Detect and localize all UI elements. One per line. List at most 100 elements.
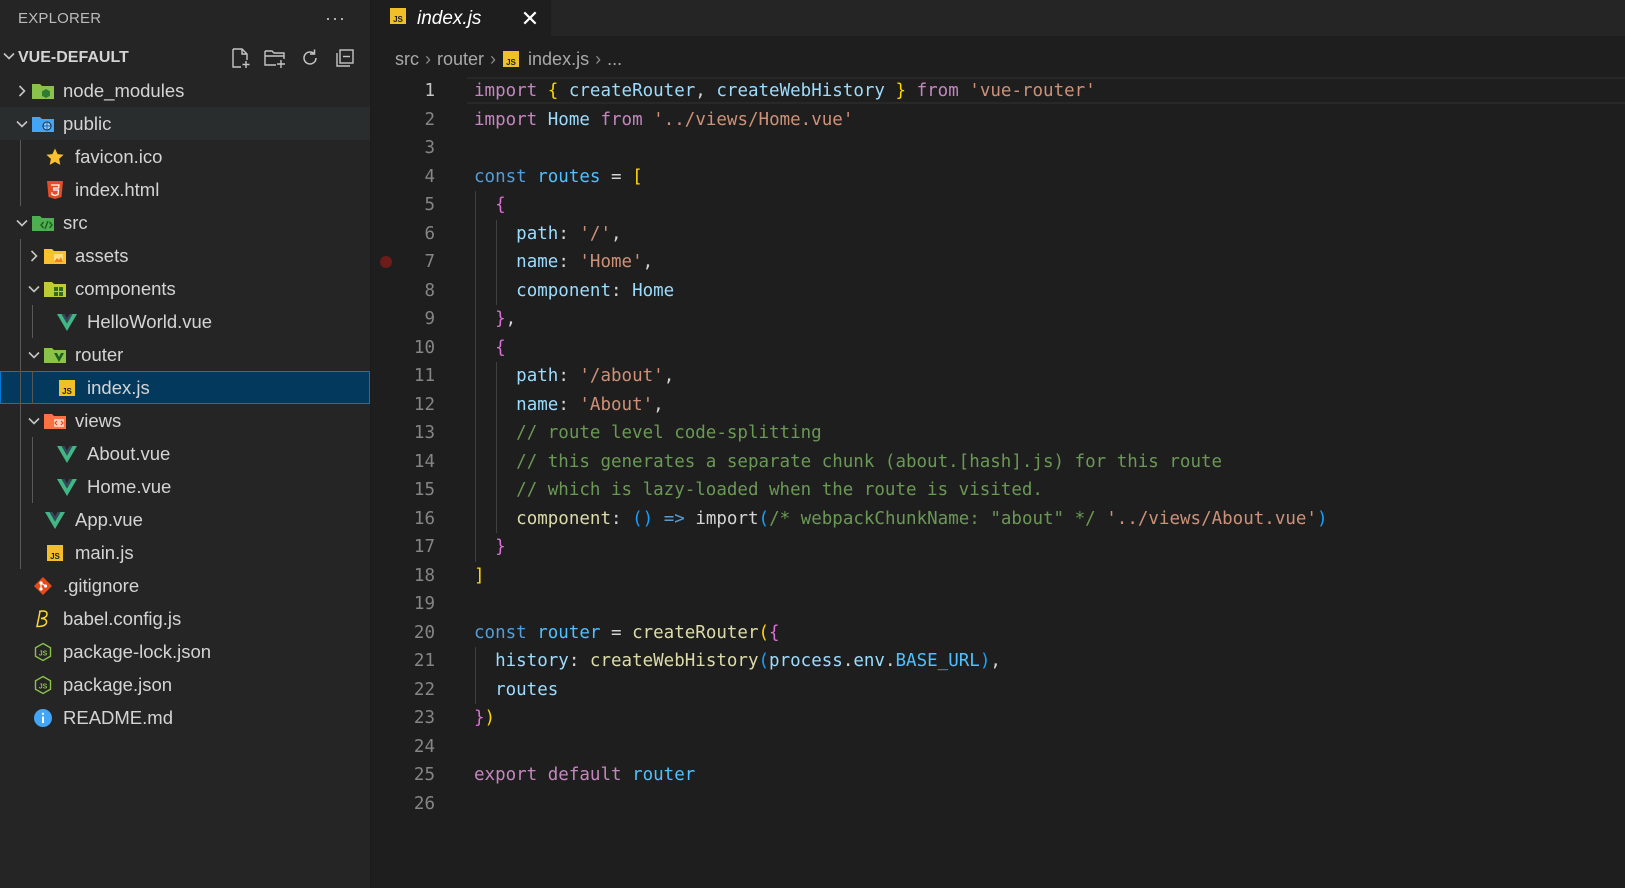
collapse-all-icon[interactable] xyxy=(332,45,358,71)
code-token: ( xyxy=(758,622,770,643)
code-line[interactable]: 3 xyxy=(371,134,1625,163)
chevron-down-icon[interactable] xyxy=(13,216,31,230)
folder-node-icon xyxy=(31,80,55,102)
code-token: } xyxy=(895,81,907,102)
code-line[interactable]: 16 component: () => import(/* webpackChu… xyxy=(371,505,1625,534)
code-line[interactable]: 7 name: 'Home', xyxy=(371,248,1625,277)
indent-guide xyxy=(32,305,33,338)
tree-item-babel-config-js[interactable]: babel.config.js xyxy=(0,602,370,635)
code-token: createRouter xyxy=(568,81,696,102)
code-line[interactable]: 1 import { createRouter, createWebHistory… xyxy=(371,77,1625,106)
tree-item-src[interactable]: src xyxy=(0,206,370,239)
info-icon xyxy=(31,707,55,729)
tree-item-favicon-ico[interactable]: favicon.ico xyxy=(0,140,370,173)
tab-index-js[interactable]: JS index.js ✕ xyxy=(371,0,551,36)
code-line[interactable]: 2 import Home from '../views/Home.vue' xyxy=(371,106,1625,135)
code-line[interactable]: 4 const routes = [ xyxy=(371,163,1625,192)
tree-item-node-modules[interactable]: node_modules xyxy=(0,74,370,107)
tree-item-gitignore[interactable]: .gitignore xyxy=(0,569,370,602)
breadcrumb-src[interactable]: src xyxy=(395,49,419,70)
tree-item-helloworld-vue[interactable]: HelloWorld.vue xyxy=(0,305,370,338)
indent-guide xyxy=(496,362,498,533)
code-line[interactable]: 5 { xyxy=(371,191,1625,220)
code-line[interactable]: 18] xyxy=(371,562,1625,591)
code-line[interactable]: 21 history: createWebHistory(process.env… xyxy=(371,647,1625,676)
tree-item-assets[interactable]: assets xyxy=(0,239,370,272)
chevron-down-icon[interactable] xyxy=(13,117,31,131)
tree-item-index-js[interactable]: JS index.js xyxy=(0,371,370,404)
chevron-down-icon[interactable] xyxy=(25,282,43,296)
breadcrumb: src › router › JS index.js › ... xyxy=(371,46,1625,72)
code-token: : xyxy=(568,651,590,672)
breadcrumb-file[interactable]: index.js xyxy=(528,49,589,70)
breadcrumb-router[interactable]: router xyxy=(437,49,484,70)
code-line[interactable]: 9 }, xyxy=(371,305,1625,334)
more-actions-icon[interactable]: ··· xyxy=(321,8,350,29)
code-text: import { createRouter, createWebHistory … xyxy=(474,81,1096,101)
line-number: 22 xyxy=(413,679,435,700)
code-line[interactable]: 14 // this generates a separate chunk (a… xyxy=(371,448,1625,477)
code-line[interactable]: 8 component: Home xyxy=(371,277,1625,306)
close-icon[interactable]: ✕ xyxy=(519,6,541,32)
tree-item-views[interactable]: views xyxy=(0,404,370,437)
indent-guide xyxy=(475,191,476,562)
code-line[interactable]: 11 path: '/about', xyxy=(371,362,1625,391)
refresh-icon[interactable] xyxy=(297,45,323,71)
svg-text:JS: JS xyxy=(393,15,403,24)
code-line[interactable]: 19 xyxy=(371,590,1625,619)
tree-item-package-json[interactable]: JS package.json xyxy=(0,668,370,701)
new-folder-icon[interactable] xyxy=(262,45,288,71)
chevron-down-icon[interactable] xyxy=(25,414,43,428)
code-line[interactable]: 22 routes xyxy=(371,676,1625,705)
project-header[interactable]: VUE-DEFAULT xyxy=(0,45,370,71)
code-token: from xyxy=(600,109,643,130)
tree-item-package-lock-json[interactable]: JS package-lock.json xyxy=(0,635,370,668)
tree-item-router[interactable]: router xyxy=(0,338,370,371)
tree-item-public[interactable]: public xyxy=(0,107,370,140)
breadcrumb-symbols[interactable]: ... xyxy=(607,49,622,70)
code-line[interactable]: 10 { xyxy=(371,334,1625,363)
chevron-down-icon[interactable] xyxy=(25,348,43,362)
line-number: 14 xyxy=(413,451,435,472)
indent-guide xyxy=(20,338,21,371)
code-line[interactable]: 12 name: 'About', xyxy=(371,391,1625,420)
tree-item-home-vue[interactable]: Home.vue xyxy=(0,470,370,503)
code-text: path: '/about', xyxy=(474,366,674,386)
code-line[interactable]: 24 xyxy=(371,733,1625,762)
code-line[interactable]: 6 path: '/', xyxy=(371,220,1625,249)
tree-item-about-vue[interactable]: About.vue xyxy=(0,437,370,470)
code-line[interactable]: 25 export default router xyxy=(371,761,1625,790)
folder-public-icon xyxy=(31,113,55,135)
code-line[interactable]: 13 // route level code-splitting xyxy=(371,419,1625,448)
tree-item-main-js[interactable]: JS main.js xyxy=(0,536,370,569)
code-token: ) xyxy=(1316,508,1328,529)
tree-item-readme-md[interactable]: README.md xyxy=(0,701,370,734)
tree-item-app-vue[interactable]: App.vue xyxy=(0,503,370,536)
tree-item-label: README.md xyxy=(63,706,173,728)
indent-guide xyxy=(20,371,21,404)
code-line[interactable]: 23}) xyxy=(371,704,1625,733)
tree-item-index-html[interactable]: index.html xyxy=(0,173,370,206)
chevron-right-icon[interactable] xyxy=(13,84,31,98)
new-file-icon[interactable] xyxy=(227,45,253,71)
code-text: const routes = [ xyxy=(474,167,643,187)
tree-item-label: router xyxy=(75,343,124,365)
code-text: }) xyxy=(474,708,495,728)
code-line[interactable]: 17 } xyxy=(371,533,1625,562)
code-editor[interactable]: 1 import { createRouter, createWebHistory… xyxy=(371,77,1625,818)
code-line[interactable]: 26 xyxy=(371,790,1625,819)
code-token: : xyxy=(610,508,633,529)
chevron-right-icon[interactable] xyxy=(25,249,43,263)
tree-item-label: favicon.ico xyxy=(75,145,163,167)
code-text: const router = createRouter({ xyxy=(474,623,780,643)
tree-item-components[interactable]: components xyxy=(0,272,370,305)
code-line[interactable]: 15 // which is lazy-loaded when the rout… xyxy=(371,476,1625,505)
code-line[interactable]: 20 const router = createRouter({ xyxy=(371,619,1625,648)
code-token: { xyxy=(769,622,780,643)
code-token: 'vue-router' xyxy=(969,81,1096,102)
